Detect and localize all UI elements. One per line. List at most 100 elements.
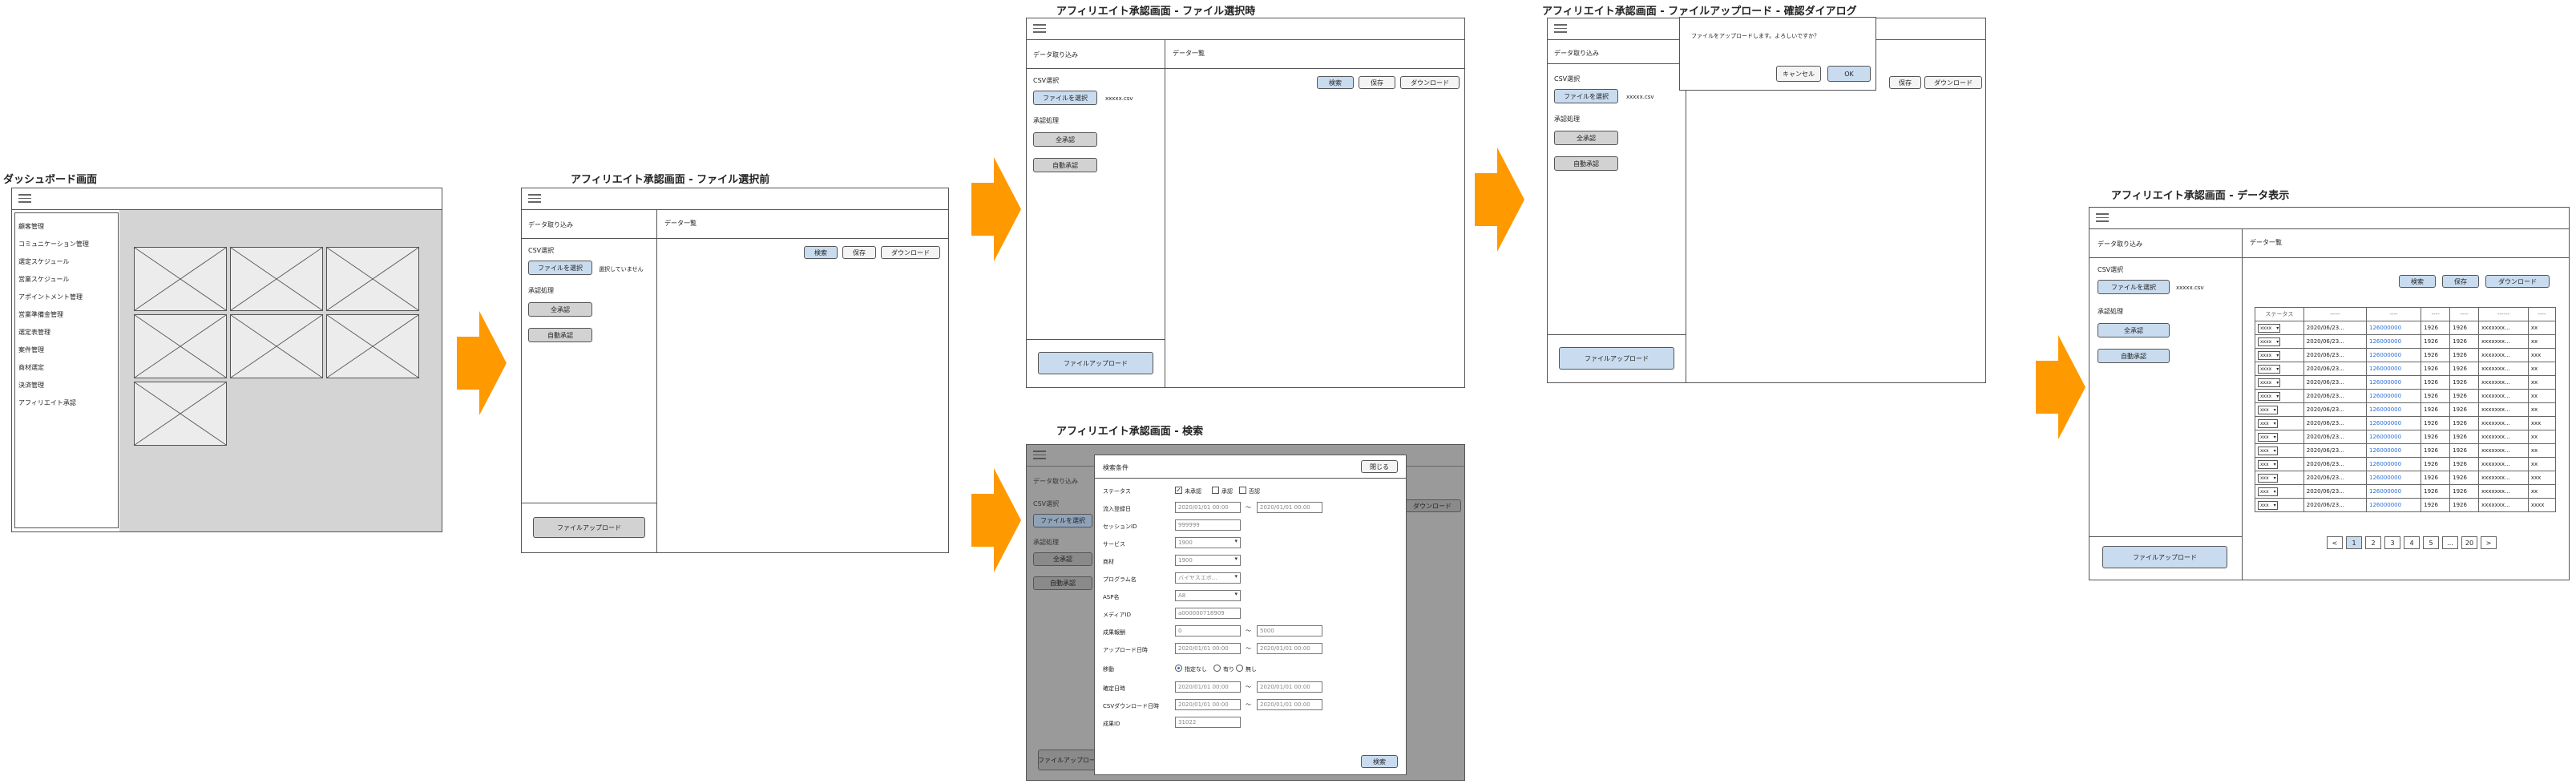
table-cell-link[interactable]: 126000000 [2365, 321, 2422, 335]
sidebar-item-sales-fund[interactable]: 営業準備金管理 [18, 306, 89, 324]
download-button[interactable]: ダウンロード [2485, 275, 2550, 288]
save-button[interactable]: 保存 [842, 246, 876, 259]
sidebar-item-product[interactable]: 商材選定 [18, 359, 89, 377]
file-select-button[interactable]: ファイルを選択 [1554, 89, 1618, 103]
sidebar-item-communication[interactable]: コミュニケーション管理 [18, 236, 89, 253]
confirm-date-to[interactable]: 2020/01/01 00:00 [1257, 681, 1322, 693]
sidebar-item-sales-schedule[interactable]: 営業スケジュール [18, 271, 89, 289]
table-header-cell[interactable]: ---- [2365, 307, 2422, 321]
save-button[interactable]: 保存 [2442, 275, 2479, 288]
page-button[interactable]: 1 [2346, 536, 2362, 549]
table-cell-link[interactable]: 126000000 [2365, 430, 2422, 444]
search-button[interactable]: 検索 [2399, 275, 2436, 288]
next-page-button[interactable]: > [2481, 536, 2497, 549]
dialog-search-button[interactable]: 検索 [1361, 755, 1398, 768]
session-id-input[interactable]: 999999 [1175, 519, 1241, 531]
table-cell-link[interactable]: 126000000 [2365, 484, 2422, 499]
move-yes-radio[interactable] [1213, 665, 1221, 672]
move-none-radio[interactable] [1175, 665, 1182, 672]
status-select-cell[interactable]: xxx ▾ [2255, 471, 2304, 485]
status-select-cell[interactable]: xxx ▾ [2255, 484, 2304, 499]
status-select-cell[interactable]: xxx ▾ [2255, 416, 2304, 430]
table-header-cell[interactable]: ------ [2478, 307, 2529, 321]
status-select[interactable]: xxx ▾ [2258, 432, 2278, 442]
table-cell-link[interactable]: 126000000 [2365, 471, 2422, 485]
status-select-cell[interactable]: xxxx ▾ [2255, 375, 2304, 390]
upload-button[interactable]: ファイルアップロード [1559, 347, 1674, 370]
prev-page-button[interactable]: < [2327, 536, 2343, 549]
table-cell-link[interactable]: 126000000 [2365, 498, 2422, 512]
status-select-cell[interactable]: xxx ▾ [2255, 402, 2304, 417]
table-header-cell[interactable]: ---- [2527, 307, 2557, 321]
all-approve-button[interactable]: 全承認 [2098, 323, 2170, 337]
sidebar-item-customer[interactable]: 顧客管理 [18, 218, 89, 236]
upload-button[interactable]: ファイルアップロード [1038, 352, 1153, 374]
auto-approve-button[interactable]: 自動承認 [2098, 349, 2170, 363]
sidebar-item-appointment[interactable]: アポイントメント管理 [18, 289, 89, 306]
table-cell-link[interactable]: 126000000 [2365, 457, 2422, 471]
upload-button[interactable]: ファイルアップロード [1038, 750, 1102, 770]
service-select[interactable]: 1900 [1175, 537, 1241, 548]
asp-select[interactable]: A8 [1175, 590, 1241, 601]
table-cell-link[interactable]: 126000000 [2365, 362, 2422, 376]
status-approved-checkbox[interactable] [1212, 487, 1219, 494]
file-select-button[interactable]: ファイルを選択 [1033, 514, 1092, 527]
sidebar-item-selection-schedule[interactable]: 選定スケジュール [18, 253, 89, 271]
all-approve-button[interactable]: 全承認 [1554, 131, 1618, 145]
auto-approve-button[interactable]: 自動承認 [1033, 576, 1092, 590]
cancel-button[interactable]: キャンセル [1776, 66, 1821, 82]
status-select[interactable]: xxx ▾ [2258, 500, 2278, 510]
status-select[interactable]: xxx ▾ [2258, 418, 2278, 428]
inflow-date-from[interactable]: 2020/01/01 00:00 [1175, 502, 1241, 513]
table-header-cell[interactable]: ステータス [2255, 307, 2304, 321]
sidebar-item-selection-table[interactable]: 選定表管理 [18, 324, 89, 341]
download-button[interactable]: ダウンロード [881, 246, 940, 259]
table-cell-link[interactable]: 126000000 [2365, 443, 2422, 458]
download-button[interactable]: ダウンロード [1924, 76, 1982, 89]
status-select-cell[interactable]: xxxx ▾ [2255, 348, 2304, 362]
table-header-cell[interactable]: ---- [2449, 307, 2480, 321]
status-select[interactable]: xxx ▾ [2258, 473, 2278, 483]
hamburger-menu-icon[interactable] [18, 194, 31, 204]
status-select-cell[interactable]: xxxx ▾ [2255, 389, 2304, 403]
download-button[interactable]: ダウンロード [1400, 76, 1460, 89]
all-approve-button[interactable]: 全承認 [1033, 552, 1092, 566]
status-select[interactable]: xxx ▾ [2258, 459, 2278, 469]
upload-date-to[interactable]: 2020/01/01 00:00 [1257, 643, 1322, 654]
table-cell-link[interactable]: 126000000 [2365, 389, 2422, 403]
status-select[interactable]: xxx ▾ [2258, 487, 2278, 496]
program-select[interactable]: バイヤスエボ... [1175, 572, 1241, 584]
status-select-cell[interactable]: xxxx ▾ [2255, 362, 2304, 376]
status-select-cell[interactable]: xxxx ▾ [2255, 321, 2304, 335]
status-unapproved-checkbox[interactable]: ✓ [1175, 487, 1182, 494]
save-button[interactable]: 保存 [1889, 76, 1921, 89]
status-select[interactable]: xxxx ▾ [2258, 364, 2281, 374]
move-no-radio[interactable] [1236, 665, 1243, 672]
status-select[interactable]: xxxx ▾ [2258, 323, 2281, 333]
ok-button[interactable]: OK [1827, 66, 1871, 82]
upload-button[interactable]: ファイルアップロード [2102, 546, 2227, 568]
status-rejected-checkbox[interactable] [1239, 487, 1246, 494]
csv-date-from[interactable]: 2020/01/01 00:00 [1175, 699, 1241, 710]
file-select-button[interactable]: ファイルを選択 [2098, 280, 2170, 294]
status-select-cell[interactable]: xxx ▾ [2255, 443, 2304, 458]
reward-to-input[interactable]: 5000 [1257, 625, 1322, 636]
page-button[interactable]: 20 [2461, 536, 2477, 549]
upload-date-from[interactable]: 2020/01/01 00:00 [1175, 643, 1241, 654]
all-approve-button[interactable]: 全承認 [1033, 132, 1097, 147]
table-cell-link[interactable]: 126000000 [2365, 348, 2422, 362]
media-id-input[interactable]: a000000718909 [1175, 608, 1241, 619]
page-button[interactable]: 4 [2404, 536, 2420, 549]
hamburger-menu-icon[interactable] [1033, 451, 1046, 460]
sidebar-item-payment[interactable]: 決済管理 [18, 377, 89, 394]
sidebar-item-affiliate[interactable]: アフィリエイト承認 [18, 394, 89, 412]
table-header-cell[interactable]: ----- [2303, 307, 2368, 321]
table-header-cell[interactable]: ---- [2421, 307, 2451, 321]
page-button[interactable]: 5 [2423, 536, 2439, 549]
search-button[interactable]: 検索 [804, 246, 838, 259]
status-select[interactable]: xxx ▾ [2258, 446, 2278, 455]
sidebar-item-project[interactable]: 案件管理 [18, 341, 89, 359]
save-button[interactable]: 保存 [1359, 76, 1395, 89]
status-select[interactable]: xxxx ▾ [2258, 350, 2281, 360]
upload-button[interactable]: ファイルアップロード [533, 517, 645, 538]
